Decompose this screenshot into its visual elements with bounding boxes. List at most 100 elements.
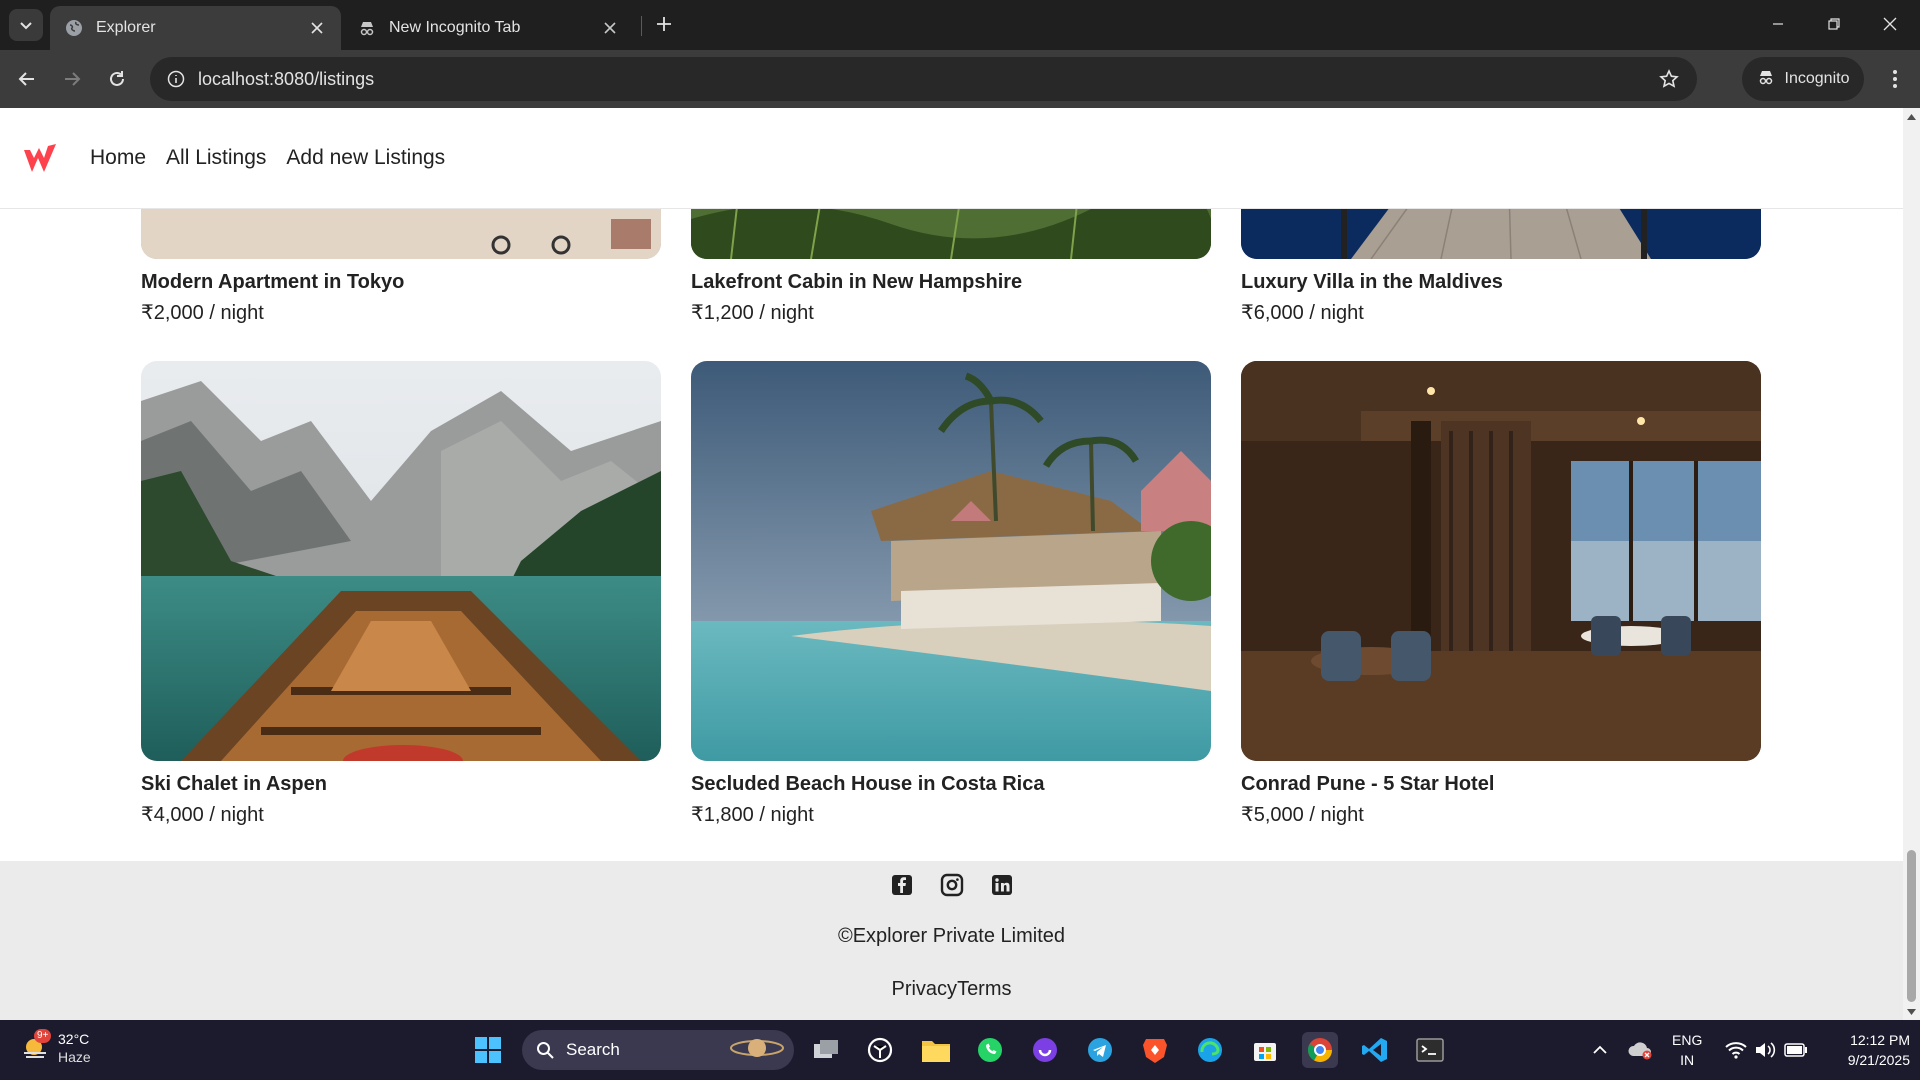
weather-haze-icon: 9+ — [20, 1029, 52, 1063]
nav-all-listings-link[interactable]: All Listings — [166, 146, 266, 170]
taskbar-search-label: Search — [566, 1040, 620, 1059]
instagram-icon[interactable] — [940, 873, 964, 897]
listing-price: ₹1,800 / night — [691, 804, 814, 826]
nav-add-listing-link[interactable]: Add new Listings — [286, 146, 445, 170]
listing-title: Modern Apartment in Tokyo — [141, 271, 405, 293]
edge-icon[interactable] — [1192, 1032, 1228, 1068]
profile-label: Incognito — [1784, 70, 1850, 87]
listing-price: ₹4,000 / night — [141, 804, 264, 826]
privacy-link[interactable]: Privacy — [891, 978, 957, 1000]
copyright-text: ©Explorer Private Limited — [837, 925, 1066, 947]
minimize-icon — [1773, 23, 1783, 25]
task-view-icon[interactable] — [808, 1032, 844, 1068]
plus-icon — [657, 17, 671, 31]
microsoft-store-icon[interactable] — [1247, 1032, 1283, 1068]
listing-price: ₹2,000 / night — [141, 302, 264, 324]
reload-icon — [110, 71, 124, 86]
windows-taskbar: 9+ 32°C Haze Search ENG IN 12:12 PM 9/21… — [0, 1020, 1920, 1080]
back-button[interactable] — [10, 62, 44, 96]
site-info-icon[interactable] — [154, 57, 198, 101]
arrow-right-icon — [65, 72, 81, 86]
page-scrollbar[interactable] — [1903, 108, 1920, 1020]
vscode-icon[interactable] — [1357, 1032, 1393, 1068]
restore-icon — [1828, 18, 1840, 30]
scrollbar-thumb[interactable] — [1907, 850, 1916, 1002]
close-tab-icon[interactable] — [600, 18, 620, 38]
url-text[interactable]: localhost:8080/listings — [198, 69, 1647, 90]
listing-title: Lakefront Cabin in New Hampshire — [691, 271, 1023, 293]
terms-link[interactable]: Terms — [957, 978, 1011, 1000]
reload-button[interactable] — [100, 62, 134, 96]
taskbar-search[interactable]: Search — [522, 1030, 794, 1070]
listing-title: Luxury Villa in the Maldives — [1241, 271, 1503, 293]
facebook-icon[interactable] — [890, 873, 914, 897]
language-indicator[interactable]: ENG IN — [1672, 1030, 1702, 1070]
chatgpt-icon[interactable] — [862, 1032, 898, 1068]
terminal-icon[interactable] — [1412, 1032, 1448, 1068]
incognito-profile-button[interactable]: Incognito — [1742, 57, 1864, 101]
listing-price: ₹1,200 / night — [691, 302, 814, 324]
whatsapp-icon[interactable] — [972, 1032, 1008, 1068]
more-vertical-icon — [1893, 70, 1897, 88]
weather-widget[interactable]: 9+ 32°C Haze — [20, 1029, 91, 1066]
listing-photo[interactable] — [1241, 361, 1761, 761]
incognito-icon — [1757, 68, 1775, 91]
system-clock[interactable]: 12:12 PM 9/21/2025 — [1820, 1030, 1910, 1070]
listing-photo[interactable] — [141, 361, 661, 761]
tab-explorer[interactable]: Explorer — [50, 6, 341, 50]
show-hidden-icons-chevron-icon[interactable] — [1582, 1032, 1618, 1068]
scroll-down-icon[interactable] — [1903, 1003, 1920, 1020]
saturn-icon — [730, 1034, 784, 1067]
globe-icon — [64, 18, 84, 38]
page-viewport: Modern Apartment in Tokyo ₹2,000 / night… — [0, 108, 1903, 1020]
site-footer: ©Explorer Private Limited PrivacyTerms — [0, 861, 1903, 1020]
address-bar[interactable]: localhost:8080/listings — [150, 57, 1697, 101]
telegram-icon[interactable] — [1082, 1032, 1118, 1068]
tab-title: Explorer — [96, 19, 156, 36]
lang-bottom: IN — [1680, 1052, 1695, 1068]
arc-browser-icon[interactable] — [1027, 1032, 1063, 1068]
minimize-button[interactable] — [1750, 0, 1806, 48]
file-explorer-icon[interactable] — [918, 1032, 954, 1068]
listing-price: ₹6,000 / night — [1241, 302, 1364, 324]
listing-card[interactable]: Conrad Pune - 5 Star Hotel ₹5,000 / nigh… — [1241, 361, 1761, 827]
close-icon — [1883, 17, 1897, 31]
bookmark-star-icon[interactable] — [1647, 57, 1691, 101]
restore-button[interactable] — [1806, 0, 1862, 48]
listing-title: Secluded Beach House in Costa Rica — [691, 773, 1045, 795]
windows-logo-icon — [475, 1037, 501, 1063]
browser-menu-button[interactable] — [1878, 62, 1912, 96]
onedrive-error-icon[interactable] — [1622, 1032, 1658, 1068]
listing-card[interactable]: Ski Chalet in Aspen ₹4,000 / night — [141, 361, 661, 827]
close-tab-icon[interactable] — [307, 18, 327, 38]
tab-new-incognito[interactable]: New Incognito Tab — [343, 6, 634, 50]
search-icon — [537, 1042, 554, 1059]
site-navbar: Home All Listings Add new Listings — [0, 108, 1903, 209]
listing-title: Ski Chalet in Aspen — [141, 773, 327, 795]
listing-photo[interactable] — [691, 361, 1211, 761]
start-button[interactable] — [470, 1032, 506, 1068]
listing-title: Conrad Pune - 5 Star Hotel — [1241, 773, 1495, 795]
nav-home-link[interactable]: Home — [90, 146, 146, 170]
weather-badge: 9+ — [34, 1029, 52, 1043]
tab-search-button[interactable] — [9, 9, 43, 41]
listing-price: ₹5,000 / night — [1241, 804, 1364, 826]
weather-condition: Haze — [58, 1049, 91, 1065]
arrow-left-icon — [18, 72, 34, 86]
new-tab-button[interactable] — [650, 10, 678, 38]
brave-icon[interactable] — [1137, 1032, 1173, 1068]
clock-date: 9/21/2025 — [1847, 1052, 1910, 1068]
forward-button[interactable] — [55, 62, 89, 96]
tab-title: New Incognito Tab — [389, 19, 521, 36]
incognito-icon — [357, 18, 377, 38]
linkedin-icon[interactable] — [990, 873, 1014, 897]
chrome-icon[interactable] — [1302, 1032, 1338, 1068]
brand-logo-icon[interactable] — [22, 138, 58, 178]
weather-temp: 32°C — [58, 1031, 90, 1047]
tab-separator — [641, 16, 642, 36]
battery-icon[interactable] — [1778, 1032, 1814, 1068]
listing-card[interactable]: Secluded Beach House in Costa Rica ₹1,80… — [691, 361, 1211, 827]
browser-toolbar: localhost:8080/listings Incognito — [0, 50, 1920, 108]
scroll-up-icon[interactable] — [1903, 108, 1920, 125]
close-window-button[interactable] — [1862, 0, 1918, 48]
